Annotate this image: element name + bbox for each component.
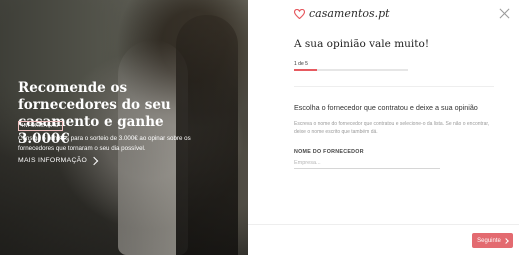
next-button[interactable]: Seguinte [472, 233, 513, 248]
close-icon[interactable] [499, 8, 510, 19]
divider [294, 86, 494, 87]
hero-panel: Recomende os fornecedores do seu casamen… [0, 0, 248, 255]
more-info-label: MAIS INFORMAÇÃO [18, 157, 88, 164]
progress-bar [294, 69, 408, 71]
brand-name: casamentos.pt [309, 7, 390, 20]
review-panel: casamentos.pt A sua opinião vale muito! … [248, 0, 519, 255]
brand-logo[interactable]: casamentos.pt [294, 7, 390, 20]
help-text: Escreva o nome do fornecedor que contrat… [294, 121, 490, 135]
heart-logo-icon [294, 8, 305, 19]
hero-badge: INFORMAÇÃO [18, 121, 63, 131]
more-info-link[interactable]: MAIS INFORMAÇÃO [18, 156, 99, 165]
chevron-right-icon [89, 156, 99, 165]
question-label: Escolha o fornecedor que contratou e dei… [294, 103, 478, 112]
step-indicator: 1 de 5 [294, 61, 308, 67]
chevron-right-icon [503, 237, 509, 244]
supplier-field-label: NOME DO FORNECEDOR [294, 149, 364, 155]
footer-divider [248, 224, 519, 225]
page-title: A sua opinião vale muito! [294, 38, 430, 50]
hero-description: Consiga 5 bilhetes para o sorteio de 3.0… [18, 135, 191, 152]
next-button-label: Seguinte [477, 237, 501, 244]
progress-bar-fill [294, 69, 317, 71]
supplier-name-input[interactable] [294, 157, 440, 169]
